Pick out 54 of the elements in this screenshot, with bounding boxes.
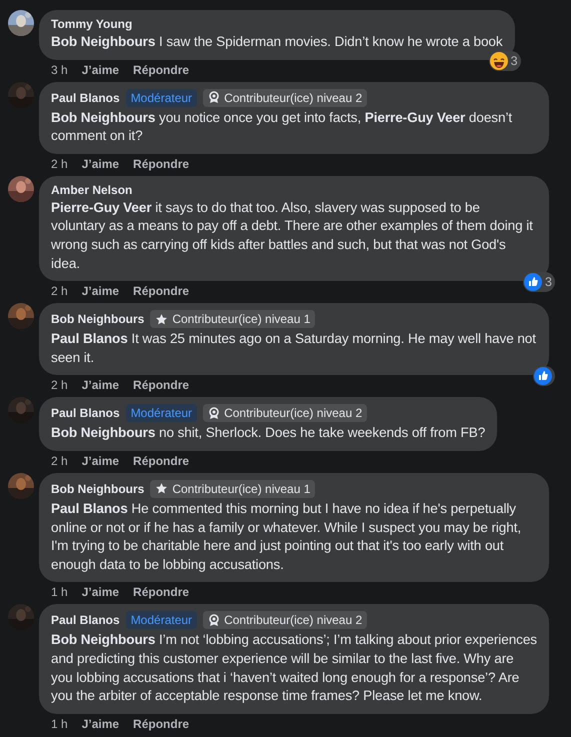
moderator-badge[interactable]: Modérateur: [126, 611, 198, 630]
reply-link[interactable]: Répondre: [133, 156, 190, 171]
moderator-badge[interactable]: Modérateur: [126, 88, 198, 107]
like-link[interactable]: J’aime: [82, 156, 120, 171]
thumbs-up-icon: [534, 367, 552, 386]
laughing-face-icon: [490, 52, 508, 70]
timestamp-link[interactable]: 1 h: [51, 716, 68, 731]
like-link[interactable]: J’aime: [82, 378, 120, 392]
like-link[interactable]: J’aime: [82, 716, 120, 731]
like-link[interactable]: J’aime: [82, 585, 120, 600]
medal-icon: [208, 406, 220, 420]
reply-link[interactable]: Répondre: [133, 62, 190, 77]
medal-icon: [208, 614, 220, 627]
contributor-badge[interactable]: Contributeur(ice) niveau 2: [203, 611, 368, 630]
comment-text: Bob Neighbours no shit, Sherlock. Does he take weekends off from FB?: [51, 424, 486, 442]
reply-link[interactable]: Répondre: [133, 585, 190, 600]
comment-text: Bob Neighbours you notice once you get into facts, Pierre-Guy Veer doesn’t comment on it?: [51, 108, 514, 146]
author-name[interactable]: Paul Blanos: [51, 90, 120, 105]
reaction-count[interactable]: 3: [488, 50, 521, 71]
author-name[interactable]: Paul Blanos: [51, 613, 120, 628]
moderator-badge[interactable]: Modérateur: [126, 404, 198, 422]
author-name[interactable]: Bob Neighbours: [51, 482, 144, 496]
medal-icon: [208, 91, 220, 104]
comment-text: Bob Neighbours I’m not ‘lobbing accusations’; I’m talking about prior experiences and predicting this customer experience will be similar to the last five. Why are you lobbing accusations that i ‘haven’t waited long enough for a response’? Are you the arbiter of acceptable response time frames? Please let me know.: [51, 631, 537, 706]
timestamp-link[interactable]: 3 h: [51, 62, 68, 77]
timestamp-link[interactable]: 2 h: [51, 454, 68, 468]
contributor-badge[interactable]: Contributeur(ice) niveau 1: [150, 480, 316, 498]
comment-text: Pierre-Guy Veer it says to do that too. Also, slavery was supposed to be voluntary as a means to pay off a debt. There are other examples of them doing it wrong such as carrying off kids after battles and such, but that was not God's idea.: [51, 198, 534, 273]
author-name[interactable]: Paul Blanos: [51, 406, 120, 420]
timestamp-link[interactable]: 2 h: [51, 156, 68, 171]
comment-text: Paul Blanos He commented this morning but I have no idea if he's perpetually online or not or if he has a family or whatever. While I suspect you may be right, I'm trying to be charitable here and just pointing out that it's too early with out enough data to be lobbing accusations.: [51, 500, 522, 574]
like-link[interactable]: J’aime: [82, 284, 120, 298]
contributor-badge[interactable]: Contributeur(ice) niveau 1: [150, 310, 316, 328]
reply-link[interactable]: Répondre: [133, 284, 190, 298]
timestamp-link[interactable]: 1 h: [51, 585, 68, 600]
contributor-badge[interactable]: Contributeur(ice) niveau 2: [203, 404, 368, 422]
star-icon: [155, 312, 168, 326]
reply-link[interactable]: Répondre: [133, 454, 190, 468]
reaction-count[interactable]: 3: [523, 272, 555, 292]
author-name[interactable]: Bob Neighbours: [51, 312, 144, 326]
comment-text: Bob Neighbours I saw the Spiderman movies. Didn’t know he wrote a book: [51, 33, 503, 51]
reply-link[interactable]: Répondre: [133, 378, 190, 392]
star-icon: [155, 482, 168, 496]
like-link[interactable]: J’aime: [82, 454, 120, 468]
timestamp-link[interactable]: 2 h: [51, 284, 68, 298]
contributor-badge[interactable]: Contributeur(ice) niveau 2: [203, 88, 368, 107]
timestamp-link[interactable]: 2 h: [51, 378, 68, 392]
reaction-count[interactable]: [533, 366, 555, 386]
author-name[interactable]: Tommy Young: [51, 17, 132, 31]
like-link[interactable]: J’aime: [82, 62, 120, 77]
reply-link[interactable]: Répondre: [133, 716, 190, 731]
comment-text: Paul Blanos It was 25 minutes ago on a Saturday morning. He may well have not seen it.: [51, 330, 537, 367]
author-name[interactable]: Amber Nelson: [51, 182, 132, 197]
thumbs-up-icon: [524, 273, 542, 292]
